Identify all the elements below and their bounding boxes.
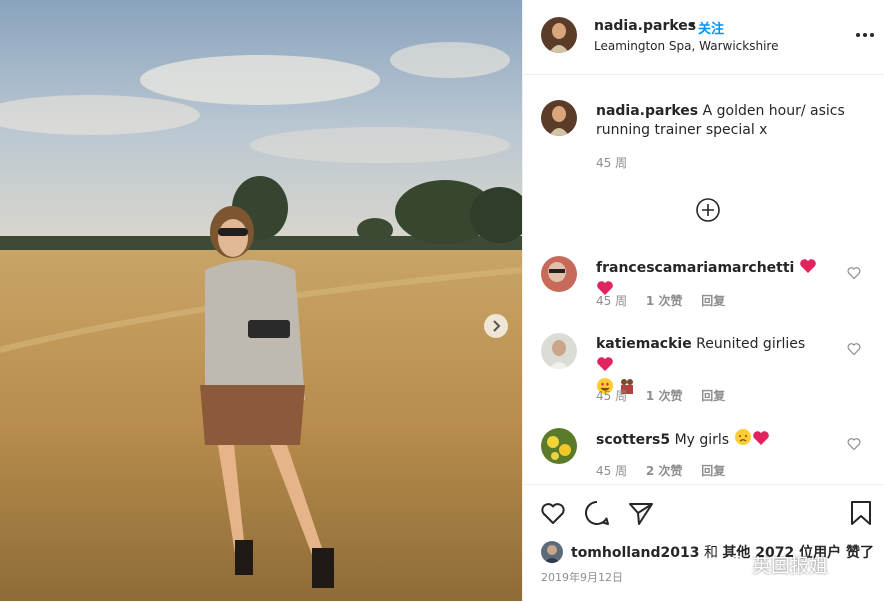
comment-likes[interactable]: 2 次赞: [646, 464, 683, 478]
post-side-panel: nadia.parkes • 关注 Leamington Spa, Warwic…: [522, 0, 884, 601]
comment-avatar[interactable]: [541, 333, 577, 369]
caption-avatar[interactable]: [541, 100, 577, 136]
comment-avatar[interactable]: [541, 428, 577, 464]
caption-time[interactable]: 45 周: [596, 154, 627, 171]
bookmark-icon[interactable]: [847, 499, 875, 527]
next-photo-button[interactable]: [484, 314, 508, 338]
comment-time[interactable]: 45 周: [596, 389, 627, 403]
post-header: nadia.parkes • 关注 Leamington Spa, Warwic…: [523, 0, 884, 75]
liker-username[interactable]: tomholland2013: [571, 545, 699, 561]
comment-likes[interactable]: 1 次赞: [646, 389, 683, 403]
instagram-post-window: nadia.parkes • 关注 Leamington Spa, Warwic…: [0, 0, 884, 601]
load-more-icon[interactable]: [695, 197, 721, 223]
comment-body: My girls: [674, 432, 730, 448]
comment-like-icon[interactable]: [847, 342, 861, 356]
share-icon[interactable]: [627, 499, 655, 527]
comment-meta: 45 周 2 次赞 回复: [596, 462, 740, 479]
comment-meta: 45 周 1 次赞 回复: [596, 387, 740, 404]
post-caption: nadia.parkes A golden hour/ asics runnin…: [596, 102, 858, 140]
header-separator: •: [688, 18, 697, 34]
reply-button[interactable]: 回复: [701, 389, 725, 403]
likes-text: tomholland2013 和 其他 2072 位用户 赞了: [571, 542, 874, 562]
likes-connector: 和: [703, 545, 718, 561]
disappointed-face-emoji: [734, 429, 751, 445]
comment-like-icon[interactable]: [847, 437, 861, 451]
more-icon[interactable]: [855, 29, 875, 41]
comment-like-icon[interactable]: [847, 266, 861, 280]
red-heart-emoji: [597, 357, 613, 371]
comment-meta: 45 周 1 次赞 回复: [596, 292, 740, 309]
comment-likes[interactable]: 1 次赞: [646, 294, 683, 308]
comment-text: scotters5 My girls: [596, 428, 826, 451]
liker-avatar[interactable]: [541, 541, 563, 563]
author-avatar[interactable]: [541, 17, 577, 53]
red-heart-emoji: [800, 259, 816, 273]
reply-button[interactable]: 回复: [701, 464, 725, 478]
comment-icon[interactable]: [583, 499, 611, 527]
post-photo[interactable]: [0, 0, 522, 601]
watermark: 英国报姐: [728, 551, 828, 578]
heart-icon[interactable]: [539, 499, 567, 527]
comment-username[interactable]: francescamariamarchetti: [596, 260, 794, 276]
post-date[interactable]: 2019年9月12日: [541, 569, 623, 585]
post-location[interactable]: Leamington Spa, Warwickshire: [594, 39, 778, 53]
post-actions: tomholland2013 和 其他 2072 位用户 赞了 2019年9月1…: [523, 484, 884, 602]
comment-time[interactable]: 45 周: [596, 294, 627, 308]
red-heart-emoji: [752, 431, 769, 445]
comment-body: Reunited girlies: [696, 336, 806, 352]
comment-username[interactable]: katiemackie: [596, 336, 692, 352]
comment-username[interactable]: scotters5: [596, 432, 670, 448]
comment-avatar[interactable]: [541, 256, 577, 292]
author-username[interactable]: nadia.parkes: [594, 18, 696, 34]
reply-button[interactable]: 回复: [701, 294, 725, 308]
follow-button[interactable]: 关注: [698, 18, 724, 37]
caption-username[interactable]: nadia.parkes: [596, 103, 698, 119]
wechat-icon: [728, 555, 752, 574]
comment-time[interactable]: 45 周: [596, 464, 627, 478]
chevron-right-icon: [493, 320, 501, 332]
watermark-text: 英国报姐: [752, 555, 829, 577]
